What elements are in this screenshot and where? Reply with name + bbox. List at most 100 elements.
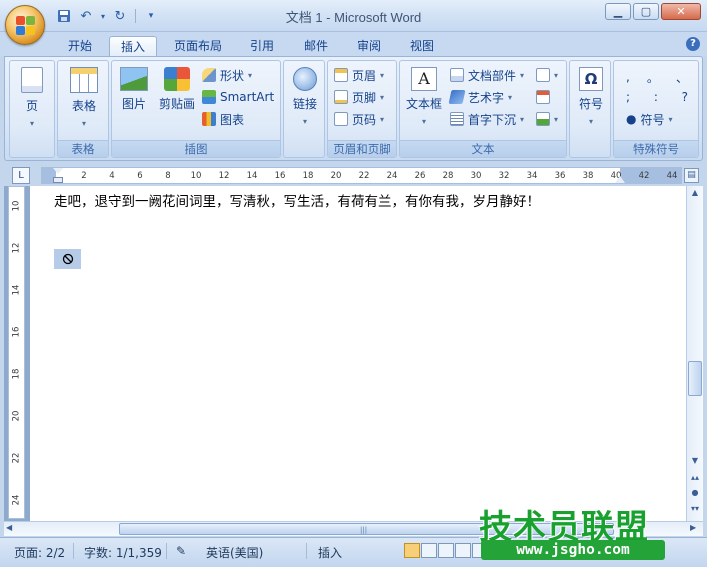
dropcap-button[interactable]: 首字下沉 ▾ [450,109,524,129]
chevron-down-icon: ▾ [588,117,593,126]
pages-button[interactable]: 页 ▾ [14,63,50,128]
chart-button[interactable]: 图表 [202,109,244,129]
symbol-button[interactable]: Ω 符号 ▾ [573,63,609,126]
group-table: 表格 ▾ 表格 [57,60,109,158]
ribbon-insert-panel: 页 ▾ 表格 ▾ 表格 图片 剪贴画 形状 ▾ SmartArt 图表 插图 链… [4,56,703,161]
outline-view-icon[interactable] [455,543,471,558]
shapes-icon [202,68,216,82]
minimize-button[interactable]: ▁ [605,3,631,20]
left-indent-marker[interactable] [53,177,63,183]
status-word-count[interactable]: 字数: 1/1,359 [84,544,162,561]
vertical-ruler[interactable]: 10 12 14 16 18 20 22 24 [8,186,25,519]
scroll-up-arrow-icon[interactable]: ▲ [688,186,702,200]
char-dunhao[interactable]: 、 [676,69,688,86]
tab-review[interactable]: 审阅 [351,36,387,56]
ruler-tick: 22 [358,171,370,181]
tab-mailings[interactable]: 邮件 [298,36,334,56]
document-page[interactable]: 走吧，退守到一阙花间词里，写清秋，写生活，有荷有兰，有你有我，岁月静好！ [30,186,686,522]
office-logo-icon [16,16,36,36]
char-question[interactable]: ? [682,90,688,104]
group-special-symbols: , 。 、 ; : ? ● 符号 ▾ 特殊符号 [613,60,699,158]
maximize-button[interactable]: ▢ [633,3,659,20]
date-time-button[interactable] [536,87,550,107]
header-button[interactable]: 页眉 ▾ [334,65,384,85]
tab-insert[interactable]: 插入 [109,36,157,56]
window-title: 文档 1 - Microsoft Word [285,10,422,25]
watermark-url: www.jsgho.com [481,540,665,560]
grip-icon: ||| [360,526,368,534]
chevron-down-icon: ▾ [554,70,559,80]
next-page-icon[interactable]: ▾▾ [688,502,702,516]
tab-page-layout[interactable]: 页面布局 [168,36,228,56]
picture-button[interactable]: 图片 [116,63,152,112]
tab-selector-button[interactable]: L [12,167,30,184]
wordart-label: 艺术字 [468,90,505,105]
wordart-button[interactable]: 艺术字 ▾ [448,87,512,107]
tab-home[interactable]: 开始 [62,36,98,56]
textbox-icon: A [411,67,437,91]
char-semicolon[interactable]: ; [626,90,630,104]
group-label-table: 表格 [58,140,108,157]
tab-view[interactable]: 视图 [404,36,440,56]
office-button[interactable] [5,5,45,45]
links-button[interactable]: 链接 ▾ [287,63,323,126]
close-button[interactable]: ✕ [661,3,701,20]
char-comma[interactable]: , [626,70,630,84]
footer-button[interactable]: 页脚 ▾ [334,87,384,107]
vruler-tick: 16 [11,326,22,338]
select-browse-object-icon[interactable]: ● [688,486,702,500]
print-layout-view-icon[interactable] [404,543,420,558]
signature-icon [536,68,550,82]
first-line-indent-marker[interactable] [53,168,63,174]
ruler-row: L 2 4 6 8 10 12 14 16 18 20 22 24 26 28 … [4,165,703,185]
full-screen-reading-view-icon[interactable] [421,543,437,558]
chevron-down-icon: ▾ [29,119,34,128]
special-symbol-button[interactable]: ● 符号 ▾ [626,109,673,129]
quickparts-button[interactable]: 文档部件 ▾ [450,65,524,85]
status-insert-mode[interactable]: 插入 [318,544,342,561]
scroll-right-arrow-icon[interactable]: ▶ [690,523,696,532]
smartart-button[interactable]: SmartArt [202,87,274,107]
signature-line-button[interactable]: ▾ [536,65,558,85]
web-layout-view-icon[interactable] [438,543,454,558]
document-area: 10 12 14 16 18 20 22 24 走吧，退守到一阙花间词里，写清秋… [4,186,703,522]
clipart-button[interactable]: 剪贴画 [156,63,198,112]
vertical-scroll-thumb[interactable] [688,361,702,396]
status-separator [73,543,74,559]
char-colon[interactable]: : [654,90,658,104]
textbox-button[interactable]: A 文本框 ▾ [403,63,445,126]
ruler-tick: 44 [666,171,678,181]
window-controls: ▁ ▢ ✕ [605,3,701,20]
view-buttons [404,543,488,558]
scroll-down-arrow-icon[interactable]: ▼ [688,454,702,468]
dropcap-label: 首字下沉 [468,112,517,127]
smartart-label: SmartArt [220,90,275,104]
group-text: A 文本框 ▾ 文档部件 ▾ 艺术字 ▾ 首字下沉 ▾ ▾ ▾ 文本 [399,60,567,158]
horizontal-ruler[interactable]: 2 4 6 8 10 12 14 16 18 20 22 24 26 28 30… [41,167,682,184]
previous-page-icon[interactable]: ▴▴ [688,471,702,485]
status-language[interactable]: 英语(美国) [206,544,263,561]
picture-label: 图片 [121,97,146,111]
scroll-left-arrow-icon[interactable]: ◀ [6,523,12,532]
vertical-scrollbar[interactable]: ▲ ▼ ▴▴ ● ▾▾ [686,186,703,522]
table-button[interactable]: 表格 ▾ [62,63,106,128]
ruler-tick: 42 [638,171,650,181]
tab-references[interactable]: 引用 [244,36,280,56]
vruler-tick: 12 [11,242,22,254]
view-ruler-icon[interactable]: ▤ [684,168,699,183]
chevron-down-icon: ▾ [81,119,86,128]
document-text-line[interactable]: 走吧，退守到一阙花间词里，写清秋，写生活，有荷有兰，有你有我，岁月静好！ [54,190,540,210]
selected-object[interactable] [54,249,81,269]
ruler-tick: 8 [165,171,171,181]
ribbon-tabs: 开始 插入 页面布局 引用 邮件 审阅 视图 ? [0,32,707,56]
object-button[interactable]: ▾ [536,109,558,129]
clipart-label: 剪贴画 [158,97,195,111]
chevron-down-icon: ▾ [554,114,559,124]
char-period[interactable]: 。 [647,69,659,86]
status-page[interactable]: 页面: 2/2 [14,544,65,561]
page-number-button[interactable]: 页码 ▾ [334,109,384,129]
right-indent-marker[interactable] [615,176,625,183]
proofing-icon[interactable]: ✎ [176,544,186,558]
help-icon[interactable]: ? [686,37,700,51]
shapes-button[interactable]: 形状 ▾ [202,65,252,85]
